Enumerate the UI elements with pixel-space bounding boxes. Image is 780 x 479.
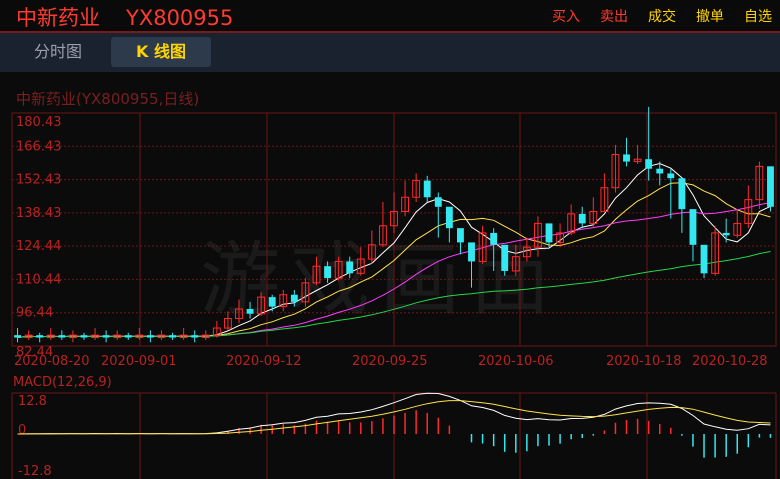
price-tick-label: 166.43 bbox=[16, 139, 62, 154]
date-tick-label: 2020-09-25 bbox=[352, 354, 428, 369]
macd-panel: MACD(12,26,9) 12.8 0 -12.8 bbox=[11, 375, 777, 479]
date-tick-label: 2020-10-06 bbox=[478, 354, 554, 369]
candle-down bbox=[545, 223, 553, 243]
candle-down bbox=[490, 232, 498, 245]
candle-down bbox=[457, 228, 464, 243]
candle-down bbox=[290, 294, 298, 302]
candle-down bbox=[468, 242, 475, 262]
macd-tick-label: 0 bbox=[18, 423, 26, 438]
date-tick-label: 2020-08-20 bbox=[14, 354, 90, 369]
candle-down bbox=[58, 335, 66, 338]
candle-down bbox=[767, 166, 774, 207]
candle-down bbox=[645, 159, 653, 169]
candle-down bbox=[445, 206, 453, 229]
candle-down bbox=[36, 335, 44, 338]
candle-down bbox=[678, 178, 686, 210]
candle-down bbox=[146, 335, 154, 338]
candle-down bbox=[102, 335, 110, 338]
candle-down bbox=[501, 244, 509, 271]
date-tick-label: 2020-10-18 bbox=[606, 354, 682, 369]
date-tick-label: 2020-09-12 bbox=[226, 354, 302, 369]
candle-down bbox=[578, 213, 586, 224]
candle-down bbox=[434, 197, 442, 207]
candle-down bbox=[656, 168, 664, 174]
candle-down bbox=[14, 335, 21, 338]
macd-tick-label: -12.8 bbox=[18, 464, 52, 479]
candle-down bbox=[80, 335, 88, 338]
candle-down bbox=[169, 335, 176, 338]
date-tick-label: 2020-10-28 bbox=[692, 354, 768, 369]
candle-down bbox=[346, 261, 354, 274]
candle-down bbox=[246, 309, 254, 314]
price-axis-labels: 180.43 166.43 152.43 138.43 124.44 110.44 96.4… bbox=[16, 115, 62, 360]
kline-chart[interactable]: 180.43 166.43 152.43 138.43 124.44 110.44 96.4… bbox=[0, 0, 780, 479]
date-tick-label: 2020-09-01 bbox=[101, 354, 177, 369]
macd-title: MACD(12,26,9) bbox=[13, 375, 112, 390]
candle-down bbox=[623, 154, 630, 162]
price-tick-label: 152.43 bbox=[16, 173, 62, 188]
candle-down bbox=[722, 232, 730, 236]
candle-down bbox=[191, 335, 199, 338]
candle-down bbox=[268, 297, 276, 307]
candle-down bbox=[124, 335, 132, 338]
candle-down bbox=[324, 266, 331, 279]
candle-down bbox=[667, 173, 675, 179]
price-tick-label: 138.43 bbox=[16, 206, 62, 221]
price-tick-label: 96.44 bbox=[16, 306, 53, 321]
price-tick-label: 124.44 bbox=[16, 239, 62, 254]
date-axis-labels: 2020-08-20 2020-09-01 2020-09-12 2020-09-25… bbox=[14, 354, 768, 369]
candle-down bbox=[700, 244, 708, 274]
price-tick-label: 180.43 bbox=[16, 115, 62, 130]
candle-down bbox=[689, 209, 697, 245]
macd-tick-label: 12.8 bbox=[18, 394, 47, 409]
price-tick-label: 110.44 bbox=[16, 272, 62, 287]
candle-down bbox=[423, 180, 431, 198]
